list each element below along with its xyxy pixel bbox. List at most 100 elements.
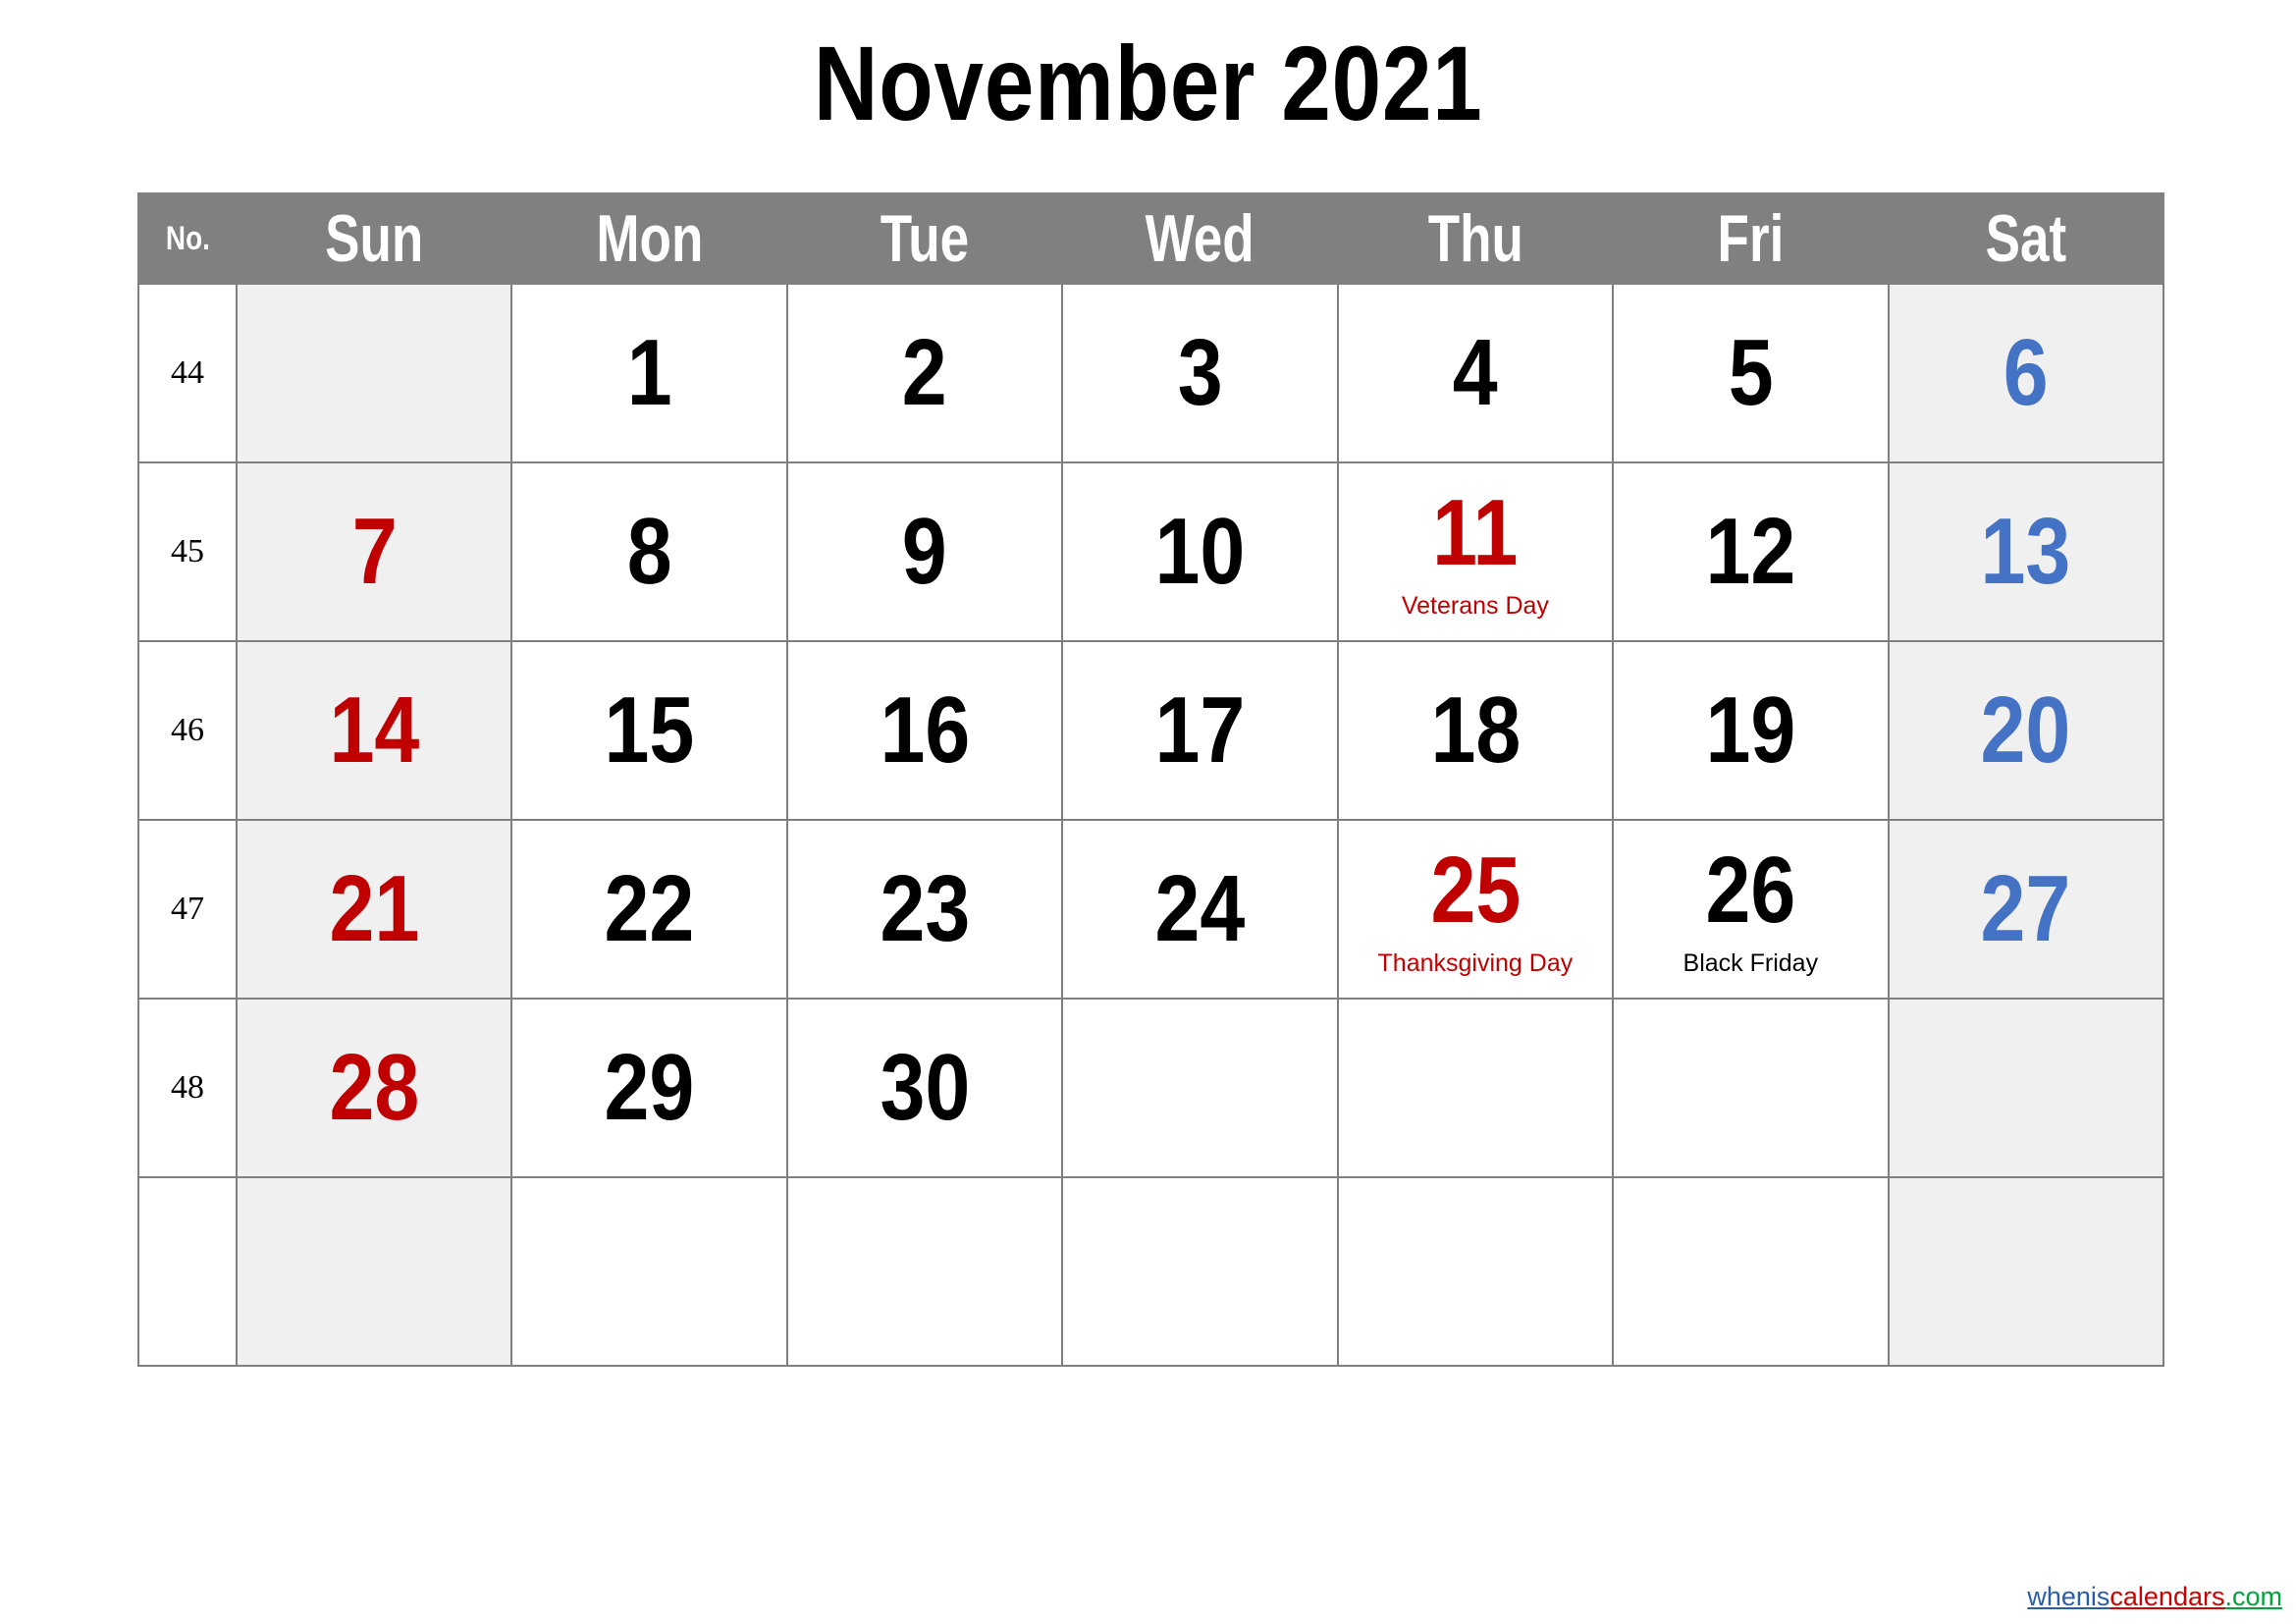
day-number: 6 xyxy=(2002,320,2049,425)
day-cell-content: 28 xyxy=(238,1000,510,1176)
day-cell-content: 13 xyxy=(1890,463,2163,640)
day-cell[interactable]: 16 xyxy=(785,640,1064,821)
day-number: 28 xyxy=(329,1035,420,1140)
day-cell[interactable] xyxy=(235,1176,513,1367)
day-cell[interactable]: 24 xyxy=(1061,819,1339,1000)
calendar-week-row xyxy=(137,1176,2165,1367)
day-cell[interactable]: 9 xyxy=(785,461,1064,642)
day-cell[interactable]: 21 xyxy=(235,819,513,1000)
day-cell[interactable] xyxy=(1336,1176,1615,1367)
day-cell-content xyxy=(1339,1000,1612,1176)
day-number: 30 xyxy=(880,1035,970,1140)
day-number: 24 xyxy=(1154,856,1246,961)
header-day-wed: Wed xyxy=(1061,192,1339,285)
day-cell-content: 8 xyxy=(512,463,785,640)
day-number: 4 xyxy=(1452,320,1498,425)
calendar-body: 44 1 2 3 4 5 6 45 7 8 9 10 11 Veterans Day 12 13 46 14 15 1… xyxy=(137,283,2165,1367)
header-day-mon: Mon xyxy=(510,192,788,285)
header-day-thu-label: Thu xyxy=(1427,201,1523,276)
day-cell[interactable]: 1 xyxy=(510,283,788,463)
day-cell-content: 9 xyxy=(788,463,1061,640)
day-cell[interactable]: 5 xyxy=(1612,283,1890,463)
day-cell-content: 3 xyxy=(1063,285,1336,461)
day-number: 5 xyxy=(1728,320,1774,425)
day-cell[interactable]: 13 xyxy=(1887,461,2165,642)
day-cell[interactable]: 17 xyxy=(1061,640,1339,821)
day-cell[interactable] xyxy=(1336,998,1615,1178)
day-cell-content xyxy=(1063,1183,1336,1360)
day-cell-content: 23 xyxy=(788,821,1061,998)
day-cell[interactable] xyxy=(1887,1176,2165,1367)
week-number-cell: 46 xyxy=(137,640,238,821)
day-event-label: Black Friday xyxy=(1682,948,1819,977)
day-number: 2 xyxy=(902,320,948,425)
day-cell[interactable]: 14 xyxy=(235,640,513,821)
day-cell-content: 5 xyxy=(1614,285,1887,461)
day-cell-content xyxy=(1063,1000,1336,1176)
week-number-cell: 45 xyxy=(137,461,238,642)
watermark-part-2: calendars xyxy=(2109,1582,2225,1611)
day-number: 25 xyxy=(1429,837,1521,943)
day-cell[interactable]: 2 xyxy=(785,283,1064,463)
day-cell[interactable]: 20 xyxy=(1887,640,2165,821)
day-cell-content xyxy=(1339,1183,1612,1360)
day-number: 1 xyxy=(626,320,672,425)
day-cell[interactable] xyxy=(235,283,513,463)
header-day-tue: Tue xyxy=(785,192,1064,285)
watermark-part-3: .com xyxy=(2224,1582,2282,1611)
day-cell[interactable]: 18 xyxy=(1336,640,1615,821)
day-cell-content xyxy=(512,1183,785,1360)
day-cell[interactable]: 23 xyxy=(785,819,1064,1000)
day-cell-content: 20 xyxy=(1890,642,2163,819)
day-cell-content: 11 Veterans Day xyxy=(1339,463,1612,640)
day-cell-content xyxy=(238,1183,510,1360)
header-day-sat-label: Sat xyxy=(1985,201,2067,276)
day-cell[interactable]: 27 xyxy=(1887,819,2165,1000)
day-cell[interactable]: 30 xyxy=(785,998,1064,1178)
day-cell[interactable]: 8 xyxy=(510,461,788,642)
day-number: 21 xyxy=(329,856,420,961)
day-cell-content: 21 xyxy=(238,821,510,998)
site-watermark[interactable]: wheniscalendars.com xyxy=(2027,1584,2282,1610)
day-cell[interactable]: 25 Thanksgiving Day xyxy=(1336,819,1615,1000)
day-cell-content: 1 xyxy=(512,285,785,461)
day-number: 13 xyxy=(1980,499,2071,604)
day-cell[interactable]: 22 xyxy=(510,819,788,1000)
day-cell[interactable]: 26 Black Friday xyxy=(1612,819,1890,1000)
day-number: 20 xyxy=(1980,677,2071,783)
week-number-cell xyxy=(137,1176,238,1367)
day-cell[interactable] xyxy=(1887,998,2165,1178)
day-cell[interactable]: 3 xyxy=(1061,283,1339,463)
day-cell[interactable] xyxy=(1612,998,1890,1178)
day-cell-content: 25 Thanksgiving Day xyxy=(1339,821,1612,998)
day-cell[interactable] xyxy=(1061,1176,1339,1367)
day-cell[interactable]: 12 xyxy=(1612,461,1890,642)
calendar-week-row: 48 28 29 30 xyxy=(137,998,2165,1178)
day-cell[interactable]: 7 xyxy=(235,461,513,642)
day-cell[interactable]: 28 xyxy=(235,998,513,1178)
day-cell-content: 12 xyxy=(1614,463,1887,640)
day-cell[interactable]: 11 Veterans Day xyxy=(1336,461,1615,642)
day-cell[interactable] xyxy=(510,1176,788,1367)
day-cell[interactable]: 10 xyxy=(1061,461,1339,642)
header-day-wed-label: Wed xyxy=(1145,201,1255,276)
day-cell-content: 15 xyxy=(512,642,785,819)
day-cell-content: 22 xyxy=(512,821,785,998)
day-cell-content: 30 xyxy=(788,1000,1061,1176)
day-number: 10 xyxy=(1154,499,1246,604)
day-cell-content: 6 xyxy=(1890,285,2163,461)
day-event-label: Veterans Day xyxy=(1401,591,1549,620)
day-cell[interactable]: 19 xyxy=(1612,640,1890,821)
day-cell[interactable]: 29 xyxy=(510,998,788,1178)
day-cell[interactable] xyxy=(785,1176,1064,1367)
day-cell[interactable]: 15 xyxy=(510,640,788,821)
day-cell[interactable] xyxy=(1061,998,1339,1178)
day-cell-content: 10 xyxy=(1063,463,1336,640)
day-cell[interactable]: 4 xyxy=(1336,283,1615,463)
day-event-label: Thanksgiving Day xyxy=(1377,948,1574,977)
day-cell[interactable]: 6 xyxy=(1887,283,2165,463)
day-cell[interactable] xyxy=(1612,1176,1890,1367)
day-number: 11 xyxy=(1432,479,1519,585)
calendar-week-row: 44 1 2 3 4 5 6 xyxy=(137,283,2165,463)
day-number: 26 xyxy=(1705,837,1796,943)
